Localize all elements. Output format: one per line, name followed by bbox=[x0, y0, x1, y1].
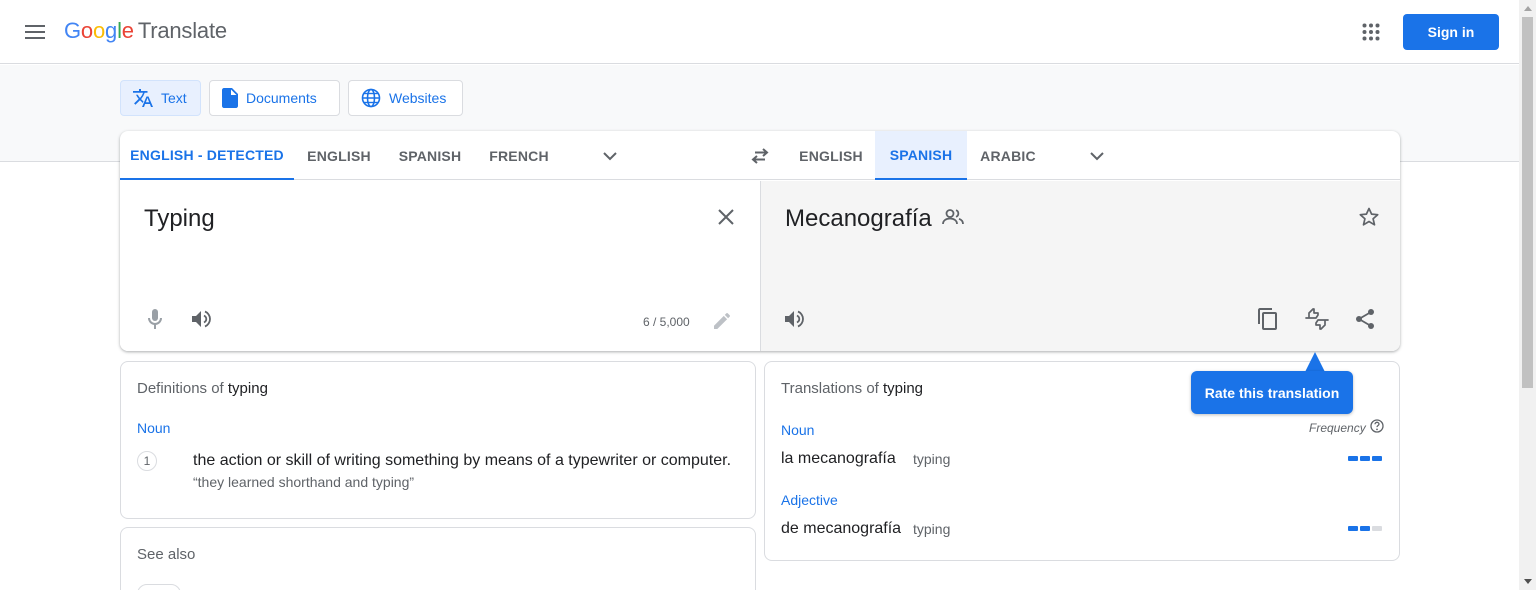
target-tab-arabic[interactable]: ARABIC bbox=[967, 131, 1049, 180]
logo-product-name: Translate bbox=[137, 18, 227, 43]
definition-text: the action or skill of writing something… bbox=[193, 452, 732, 469]
frequency-label-text: Frequency bbox=[1309, 420, 1366, 435]
mode-websites-button[interactable]: Websites bbox=[348, 80, 463, 116]
definition-example: “they learned shorthand and typing” bbox=[193, 474, 415, 490]
sign-in-button[interactable]: Sign in bbox=[1403, 14, 1499, 50]
frequency-bar-segment bbox=[1360, 526, 1370, 531]
frequency-bar-segment bbox=[1372, 456, 1382, 461]
scroll-up-arrow-icon[interactable] bbox=[1519, 0, 1536, 17]
target-text-row: Mecanografía bbox=[785, 205, 964, 233]
definitions-title-prefix: Definitions of bbox=[137, 380, 224, 397]
translations-title: Translations of typing bbox=[781, 380, 923, 397]
logo-letter: g bbox=[105, 18, 118, 43]
translation-pos-noun: Noun bbox=[781, 422, 815, 438]
definitions-title: Definitions of typing bbox=[137, 380, 268, 397]
language-bar: ENGLISH - DETECTED ENGLISH SPANISH FRENC… bbox=[120, 131, 1400, 180]
microphone-icon[interactable] bbox=[142, 305, 168, 333]
logo-letter: o bbox=[92, 18, 106, 43]
mode-text-button[interactable]: Text bbox=[120, 80, 201, 116]
frequency-label: Frequency bbox=[1309, 419, 1384, 436]
definition-number: 1 bbox=[137, 451, 157, 471]
source-listen-speaker-icon[interactable] bbox=[188, 305, 216, 333]
save-translation-star-icon[interactable] bbox=[1355, 203, 1383, 231]
logo-letter: e bbox=[121, 18, 134, 43]
frequency-bar-segment bbox=[1348, 526, 1358, 531]
source-tab-english[interactable]: ENGLISH bbox=[294, 131, 384, 180]
clear-text-close-icon[interactable] bbox=[712, 203, 740, 231]
back-translation[interactable]: typing bbox=[913, 451, 950, 467]
logo-letter: G bbox=[64, 18, 81, 43]
rate-translation-thumbs-icon[interactable] bbox=[1302, 305, 1332, 333]
community-verified-icon[interactable] bbox=[941, 208, 964, 230]
target-pane: Mecanografía bbox=[760, 181, 1400, 351]
source-more-languages-chevron-down-icon[interactable] bbox=[590, 143, 630, 169]
translate-icon bbox=[133, 89, 153, 107]
translation-word[interactable]: la mecanografía bbox=[781, 450, 896, 468]
swap-languages-icon[interactable] bbox=[740, 143, 780, 169]
mode-documents-label: Documents bbox=[246, 90, 317, 106]
share-icon[interactable] bbox=[1351, 305, 1379, 333]
help-icon[interactable] bbox=[1370, 419, 1384, 436]
source-tab-spanish[interactable]: SPANISH bbox=[384, 131, 476, 180]
source-pane[interactable]: Typing 6 / 5,000 bbox=[120, 181, 760, 351]
translator-card: ENGLISH - DETECTED ENGLISH SPANISH FRENC… bbox=[120, 131, 1400, 351]
page-scrollbar[interactable] bbox=[1519, 0, 1536, 590]
frequency-bar-segment bbox=[1360, 456, 1370, 461]
frequency-bar-segment bbox=[1372, 526, 1382, 531]
translations-title-prefix: Translations of bbox=[781, 380, 879, 397]
google-apps-icon[interactable] bbox=[1356, 17, 1386, 47]
copy-translation-icon[interactable] bbox=[1254, 305, 1282, 333]
back-translation[interactable]: typing bbox=[913, 521, 950, 537]
target-more-languages-chevron-down-icon[interactable] bbox=[1077, 143, 1117, 169]
frequency-bars bbox=[1348, 526, 1382, 531]
source-text-input[interactable]: Typing bbox=[144, 205, 215, 233]
definitions-panel: Definitions of typing Noun 1 the action … bbox=[120, 361, 756, 519]
translation-pos-adjective: Adjective bbox=[781, 492, 838, 508]
definitions-title-word: typing bbox=[227, 380, 268, 397]
target-listen-speaker-icon[interactable] bbox=[781, 305, 809, 333]
source-tab-detected[interactable]: ENGLISH - DETECTED bbox=[120, 131, 294, 180]
see-also-panel: See also bbox=[120, 527, 756, 590]
translations-title-word: typing bbox=[883, 380, 924, 397]
definition-pos-label: Noun bbox=[137, 420, 171, 436]
globe-icon bbox=[361, 88, 381, 108]
source-tab-french[interactable]: FRENCH bbox=[476, 131, 562, 180]
app-header: Google Translate Sign in bbox=[0, 0, 1519, 64]
frequency-bar-segment bbox=[1348, 456, 1358, 461]
google-translate-logo[interactable]: Google Translate bbox=[64, 18, 227, 44]
tooltip-arrow bbox=[1305, 352, 1325, 372]
scroll-down-arrow-icon[interactable] bbox=[1519, 573, 1536, 590]
target-tab-english[interactable]: ENGLISH bbox=[787, 131, 875, 180]
mode-websites-label: Websites bbox=[389, 90, 447, 106]
mode-documents-button[interactable]: Documents bbox=[209, 80, 340, 116]
frequency-bars bbox=[1348, 456, 1382, 461]
logo-letter: o bbox=[80, 18, 93, 43]
rate-translation-tooltip: Rate this translation bbox=[1191, 371, 1353, 414]
see-also-chip[interactable] bbox=[137, 584, 181, 590]
translated-text: Mecanografía bbox=[785, 205, 932, 232]
scrollbar-thumb[interactable] bbox=[1522, 17, 1533, 388]
edit-pencil-icon[interactable] bbox=[710, 309, 734, 333]
see-also-title: See also bbox=[137, 546, 196, 563]
mode-text-label: Text bbox=[161, 90, 187, 106]
main-menu-icon[interactable] bbox=[18, 16, 52, 48]
character-counter: 6 / 5,000 bbox=[643, 315, 690, 329]
document-icon bbox=[222, 88, 238, 108]
target-tab-spanish[interactable]: SPANISH bbox=[875, 131, 967, 180]
translation-word[interactable]: de mecanografía bbox=[781, 520, 901, 538]
